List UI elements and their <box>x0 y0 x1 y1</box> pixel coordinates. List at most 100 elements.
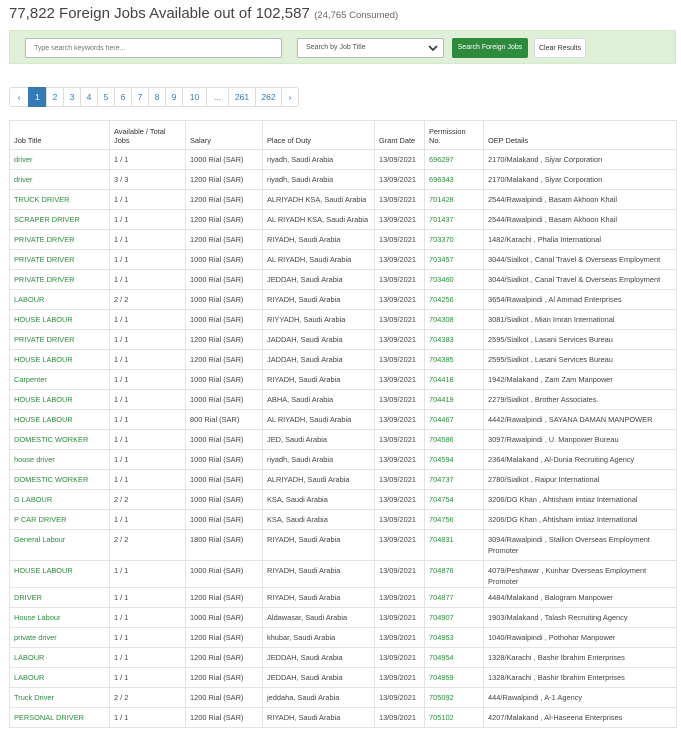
permission-no-cell[interactable]: 704419 <box>424 389 484 410</box>
job-title-cell[interactable]: PRIVATE DRIVER <box>9 229 110 250</box>
permission-no-cell[interactable]: 705102 <box>424 707 484 728</box>
job-title-cell[interactable]: General Labour <box>9 529 110 561</box>
header-oep-details[interactable]: OEP Details <box>483 120 677 150</box>
permission-no-cell[interactable]: 704594 <box>424 449 484 470</box>
permission-no-cell[interactable]: 704737 <box>424 469 484 490</box>
permission-no-cell[interactable]: 703370 <box>424 229 484 250</box>
job-title-cell[interactable]: LABOUR <box>9 667 110 688</box>
permission-no-cell[interactable]: 705092 <box>424 687 484 708</box>
header-salary[interactable]: Salary <box>185 120 263 150</box>
pagination-page-2[interactable]: 2 <box>46 87 64 107</box>
pagination-page-261[interactable]: 261 <box>228 87 256 107</box>
salary-cell: 1000 Rial (SAR) <box>185 607 263 628</box>
job-title-cell[interactable]: PRIVATE DRIVER <box>9 249 110 270</box>
permission-no-cell[interactable]: 703460 <box>424 269 484 290</box>
pagination-next-button[interactable]: › <box>281 87 299 107</box>
job-title-cell[interactable]: driver <box>9 169 110 190</box>
job-title-cell[interactable]: HOUSE LABOUR <box>9 560 110 588</box>
permission-no-cell[interactable]: 701437 <box>424 209 484 230</box>
header-grant-date[interactable]: Grant Date <box>374 120 425 150</box>
job-title-cell[interactable]: Carpenter <box>9 369 110 390</box>
available-cell: 1 / 1 <box>109 449 186 470</box>
pagination-page-7[interactable]: 7 <box>131 87 149 107</box>
salary-cell: 1000 Rial (SAR) <box>185 309 263 330</box>
oep-details-cell: 1040/Rawalpindi , Pothohar Manpower <box>483 627 677 648</box>
pagination-page-10[interactable]: 10 <box>182 87 207 107</box>
permission-no-cell[interactable]: 704308 <box>424 309 484 330</box>
pagination-page-5[interactable]: 5 <box>97 87 115 107</box>
clear-results-button[interactable]: Clear Results <box>534 38 586 58</box>
table-row: PRIVATE DRIVER 1 / 1 1200 Rial (SAR) JADDAH… <box>9 329 677 350</box>
job-title-cell[interactable]: HOUSE LABOUR <box>9 409 110 430</box>
salary-cell: 1000 Rial (SAR) <box>185 429 263 450</box>
job-title-cell[interactable]: house driver <box>9 449 110 470</box>
job-title-cell[interactable]: TRUCK DRIVER <box>9 189 110 210</box>
permission-no-cell[interactable]: 704467 <box>424 409 484 430</box>
permission-no-cell[interactable]: 704754 <box>424 489 484 510</box>
jobs-table: Job Title Available / Total Jobs Salary … <box>9 120 677 728</box>
permission-no-cell[interactable]: 704954 <box>424 647 484 668</box>
header-job-title[interactable]: Job Title <box>9 120 110 150</box>
pagination-page-262[interactable]: 262 <box>255 87 282 107</box>
table-row: driver 1 / 1 1000 Rial (SAR) riyadh, Saudi … <box>9 149 677 170</box>
search-keywords-input[interactable] <box>25 38 282 58</box>
oep-details-cell: 2364/Malakand , Al-Dunia Recruiting Agen… <box>483 449 677 470</box>
place-of-duty-cell: JADDAH, Saudi Arabia <box>262 349 375 370</box>
permission-no-cell[interactable]: 704756 <box>424 509 484 530</box>
header-available-total[interactable]: Available / Total Jobs <box>109 120 186 150</box>
permission-no-cell[interactable]: 704877 <box>424 587 484 608</box>
permission-no-cell[interactable]: 704953 <box>424 627 484 648</box>
job-title-cell[interactable]: LABOUR <box>9 647 110 668</box>
grant-date-cell: 13/09/2021 <box>374 369 425 390</box>
job-title-cell[interactable]: HOUSE LABOUR <box>9 309 110 330</box>
search-jobs-button[interactable]: Search Foreign Jobs <box>452 38 528 58</box>
job-title-cell[interactable]: DRIVER <box>9 587 110 608</box>
job-title-cell[interactable]: PRIVATE DRIVER <box>9 329 110 350</box>
job-title-cell[interactable]: LABOUR <box>9 289 110 310</box>
job-title-cell[interactable]: House Labour <box>9 607 110 628</box>
salary-cell: 1200 Rial (SAR) <box>185 587 263 608</box>
table-row: HOUSE LABOUR 1 / 1 1000 Rial (SAR) RIYADH, … <box>9 560 677 588</box>
search-filter-select[interactable]: Search by Job Title <box>297 38 444 58</box>
pagination-page-3[interactable]: 3 <box>63 87 81 107</box>
job-title-cell[interactable]: P CAR DRIVER <box>9 509 110 530</box>
job-title-cell[interactable]: DOMESTIC WORKER <box>9 469 110 490</box>
job-title-cell[interactable]: HOUSE LABOUR <box>9 389 110 410</box>
pagination-page-4[interactable]: 4 <box>80 87 98 107</box>
permission-no-cell[interactable]: 704586 <box>424 429 484 450</box>
permission-no-cell[interactable]: 696343 <box>424 169 484 190</box>
permission-no-cell[interactable]: 704385 <box>424 349 484 370</box>
job-title-cell[interactable]: Truck Driver <box>9 687 110 708</box>
permission-no-cell[interactable]: 704831 <box>424 529 484 561</box>
permission-no-cell[interactable]: 704418 <box>424 369 484 390</box>
salary-cell: 1000 Rial (SAR) <box>185 289 263 310</box>
job-title-cell[interactable]: private driver <box>9 627 110 648</box>
job-title-cell[interactable]: PRIVATE DRIVER <box>9 269 110 290</box>
job-title-cell[interactable]: DOMESTIC WORKER <box>9 429 110 450</box>
permission-no-cell[interactable]: 704256 <box>424 289 484 310</box>
permission-no-cell[interactable]: 704959 <box>424 667 484 688</box>
job-title-cell[interactable]: HOUSE LABOUR <box>9 349 110 370</box>
job-title-cell[interactable]: G LABOUR <box>9 489 110 510</box>
pagination-prev-button[interactable]: ‹ <box>9 87 29 107</box>
available-cell: 1 / 1 <box>109 607 186 628</box>
pagination-page-9[interactable]: 9 <box>165 87 183 107</box>
pagination-page-6[interactable]: 6 <box>114 87 132 107</box>
table-row: PRIVATE DRIVER 1 / 1 1000 Rial (SAR) JEDDAH… <box>9 269 677 290</box>
permission-no-cell[interactable]: 704907 <box>424 607 484 628</box>
header-place-of-duty[interactable]: Place of Duty <box>262 120 375 150</box>
permission-no-cell[interactable]: 704876 <box>424 560 484 588</box>
pagination-page-1[interactable]: 1 <box>28 87 47 107</box>
oep-details-cell: 3097/Rawalpindi , U. Manpower Bureau <box>483 429 677 450</box>
permission-no-cell[interactable]: 701428 <box>424 189 484 210</box>
header-permission-no[interactable]: Permission No. <box>424 120 484 150</box>
salary-cell: 1200 Rial (SAR) <box>185 169 263 190</box>
permission-no-cell[interactable]: 696297 <box>424 149 484 170</box>
job-title-cell[interactable]: driver <box>9 149 110 170</box>
job-title-cell[interactable]: SCRAPER DRIVER <box>9 209 110 230</box>
job-title-cell[interactable]: PERSONAL DRIVER <box>9 707 110 728</box>
permission-no-cell[interactable]: 704383 <box>424 329 484 350</box>
available-cell: 2 / 2 <box>109 289 186 310</box>
permission-no-cell[interactable]: 703457 <box>424 249 484 270</box>
pagination-page-8[interactable]: 8 <box>148 87 166 107</box>
